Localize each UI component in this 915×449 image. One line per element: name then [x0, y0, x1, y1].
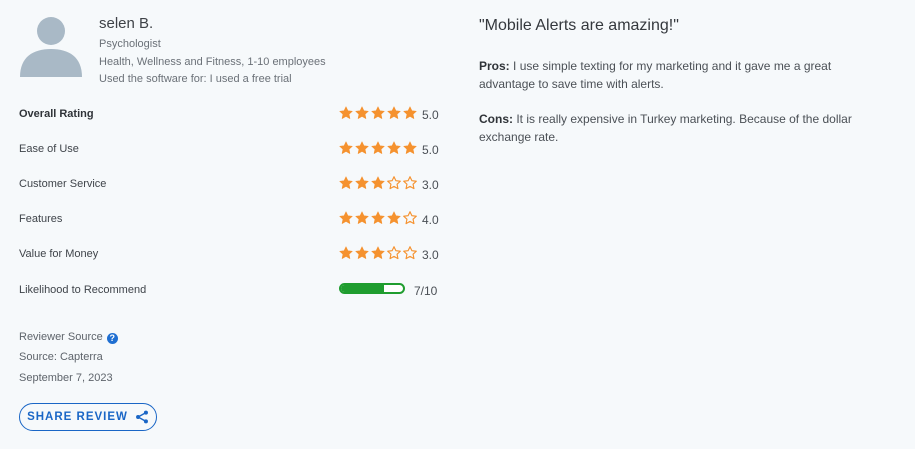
star-rating: [339, 106, 417, 120]
star-filled-icon: [339, 106, 353, 119]
star-filled-icon: [355, 211, 369, 224]
question-circle-icon[interactable]: ?: [106, 333, 118, 344]
star-empty-icon: [387, 176, 401, 190]
review-pros: Pros: I use simple texting for my market…: [479, 57, 879, 93]
star-filled-icon: [355, 246, 369, 259]
star-filled-icon: [387, 141, 401, 154]
star-filled-icon: [403, 106, 417, 119]
cons-text: It is really expensive in Turkey marketi…: [479, 112, 852, 144]
star-filled-icon: [387, 211, 401, 224]
recommend-value: 7/10: [414, 284, 438, 298]
share-review-button[interactable]: SHARE REVIEW: [19, 403, 157, 431]
rating-label: Features: [19, 213, 63, 225]
star-empty-icon: [403, 211, 417, 225]
star-empty-icon: [403, 246, 417, 260]
star-filled-icon: [339, 141, 353, 154]
star-filled-icon: [387, 106, 401, 119]
rating-row-ease-of-use: Ease of Use 5.0: [19, 141, 439, 159]
star-filled-icon: [371, 176, 385, 189]
reviewer-industry: Health, Wellness and Fitness, 1-10 emplo…: [99, 56, 326, 68]
cons-label: Cons:: [479, 112, 513, 126]
star-filled-icon: [355, 106, 369, 119]
reviewer-usage: Used the software for: I used a free tri…: [99, 73, 292, 85]
rating-label: Customer Service: [19, 178, 107, 190]
recommend-label: Likelihood to Recommend: [19, 284, 147, 296]
rating-score: 3.0: [422, 248, 439, 262]
star-filled-icon: [371, 211, 385, 224]
review-date: September 7, 2023: [19, 372, 113, 384]
share-icon: [135, 410, 148, 424]
reviewer-source-label: Reviewer Source: [19, 331, 103, 343]
rating-label: Ease of Use: [19, 143, 79, 155]
reviewer-source: Reviewer Source?: [19, 331, 118, 344]
recommend-progress-fill: [341, 285, 385, 292]
star-filled-icon: [339, 176, 353, 189]
star-empty-icon: [403, 176, 417, 190]
star-rating: [339, 246, 417, 260]
star-empty-icon: [387, 246, 401, 260]
star-filled-icon: [355, 141, 369, 154]
star-filled-icon: [371, 246, 385, 259]
star-filled-icon: [403, 141, 417, 154]
share-review-label: SHARE REVIEW: [27, 411, 128, 423]
star-filled-icon: [339, 246, 353, 259]
star-filled-icon: [339, 211, 353, 224]
pros-label: Pros:: [479, 59, 510, 73]
rating-label: Value for Money: [19, 248, 99, 260]
rating-row-value-for-money: Value for Money 3.0: [19, 246, 439, 264]
rating-label: Overall Rating: [19, 108, 94, 120]
star-filled-icon: [371, 106, 385, 119]
rating-score: 4.0: [422, 213, 439, 227]
review-cons: Cons: It is really expensive in Turkey m…: [479, 110, 879, 146]
star-filled-icon: [355, 176, 369, 189]
rating-row-features: Features 4.0: [19, 211, 439, 229]
rating-row-customer-service: Customer Service 3.0: [19, 176, 439, 194]
review-title: "Mobile Alerts are amazing!": [479, 17, 679, 34]
rating-row-overall: Overall Rating 5.0: [19, 106, 439, 124]
rating-score: 3.0: [422, 178, 439, 192]
star-rating: [339, 211, 417, 225]
pros-text: I use simple texting for my marketing an…: [479, 59, 832, 91]
reviewer-name: selen B.: [99, 15, 154, 32]
reviewer-avatar-icon: [19, 13, 83, 77]
review-source: Source: Capterra: [19, 351, 103, 363]
reviewer-role: Psychologist: [99, 38, 161, 50]
star-rating: [339, 141, 417, 155]
recommend-progress-bar: [339, 283, 405, 294]
rating-score: 5.0: [422, 143, 439, 157]
star-filled-icon: [371, 141, 385, 154]
rating-score: 5.0: [422, 108, 439, 122]
star-rating: [339, 176, 417, 190]
